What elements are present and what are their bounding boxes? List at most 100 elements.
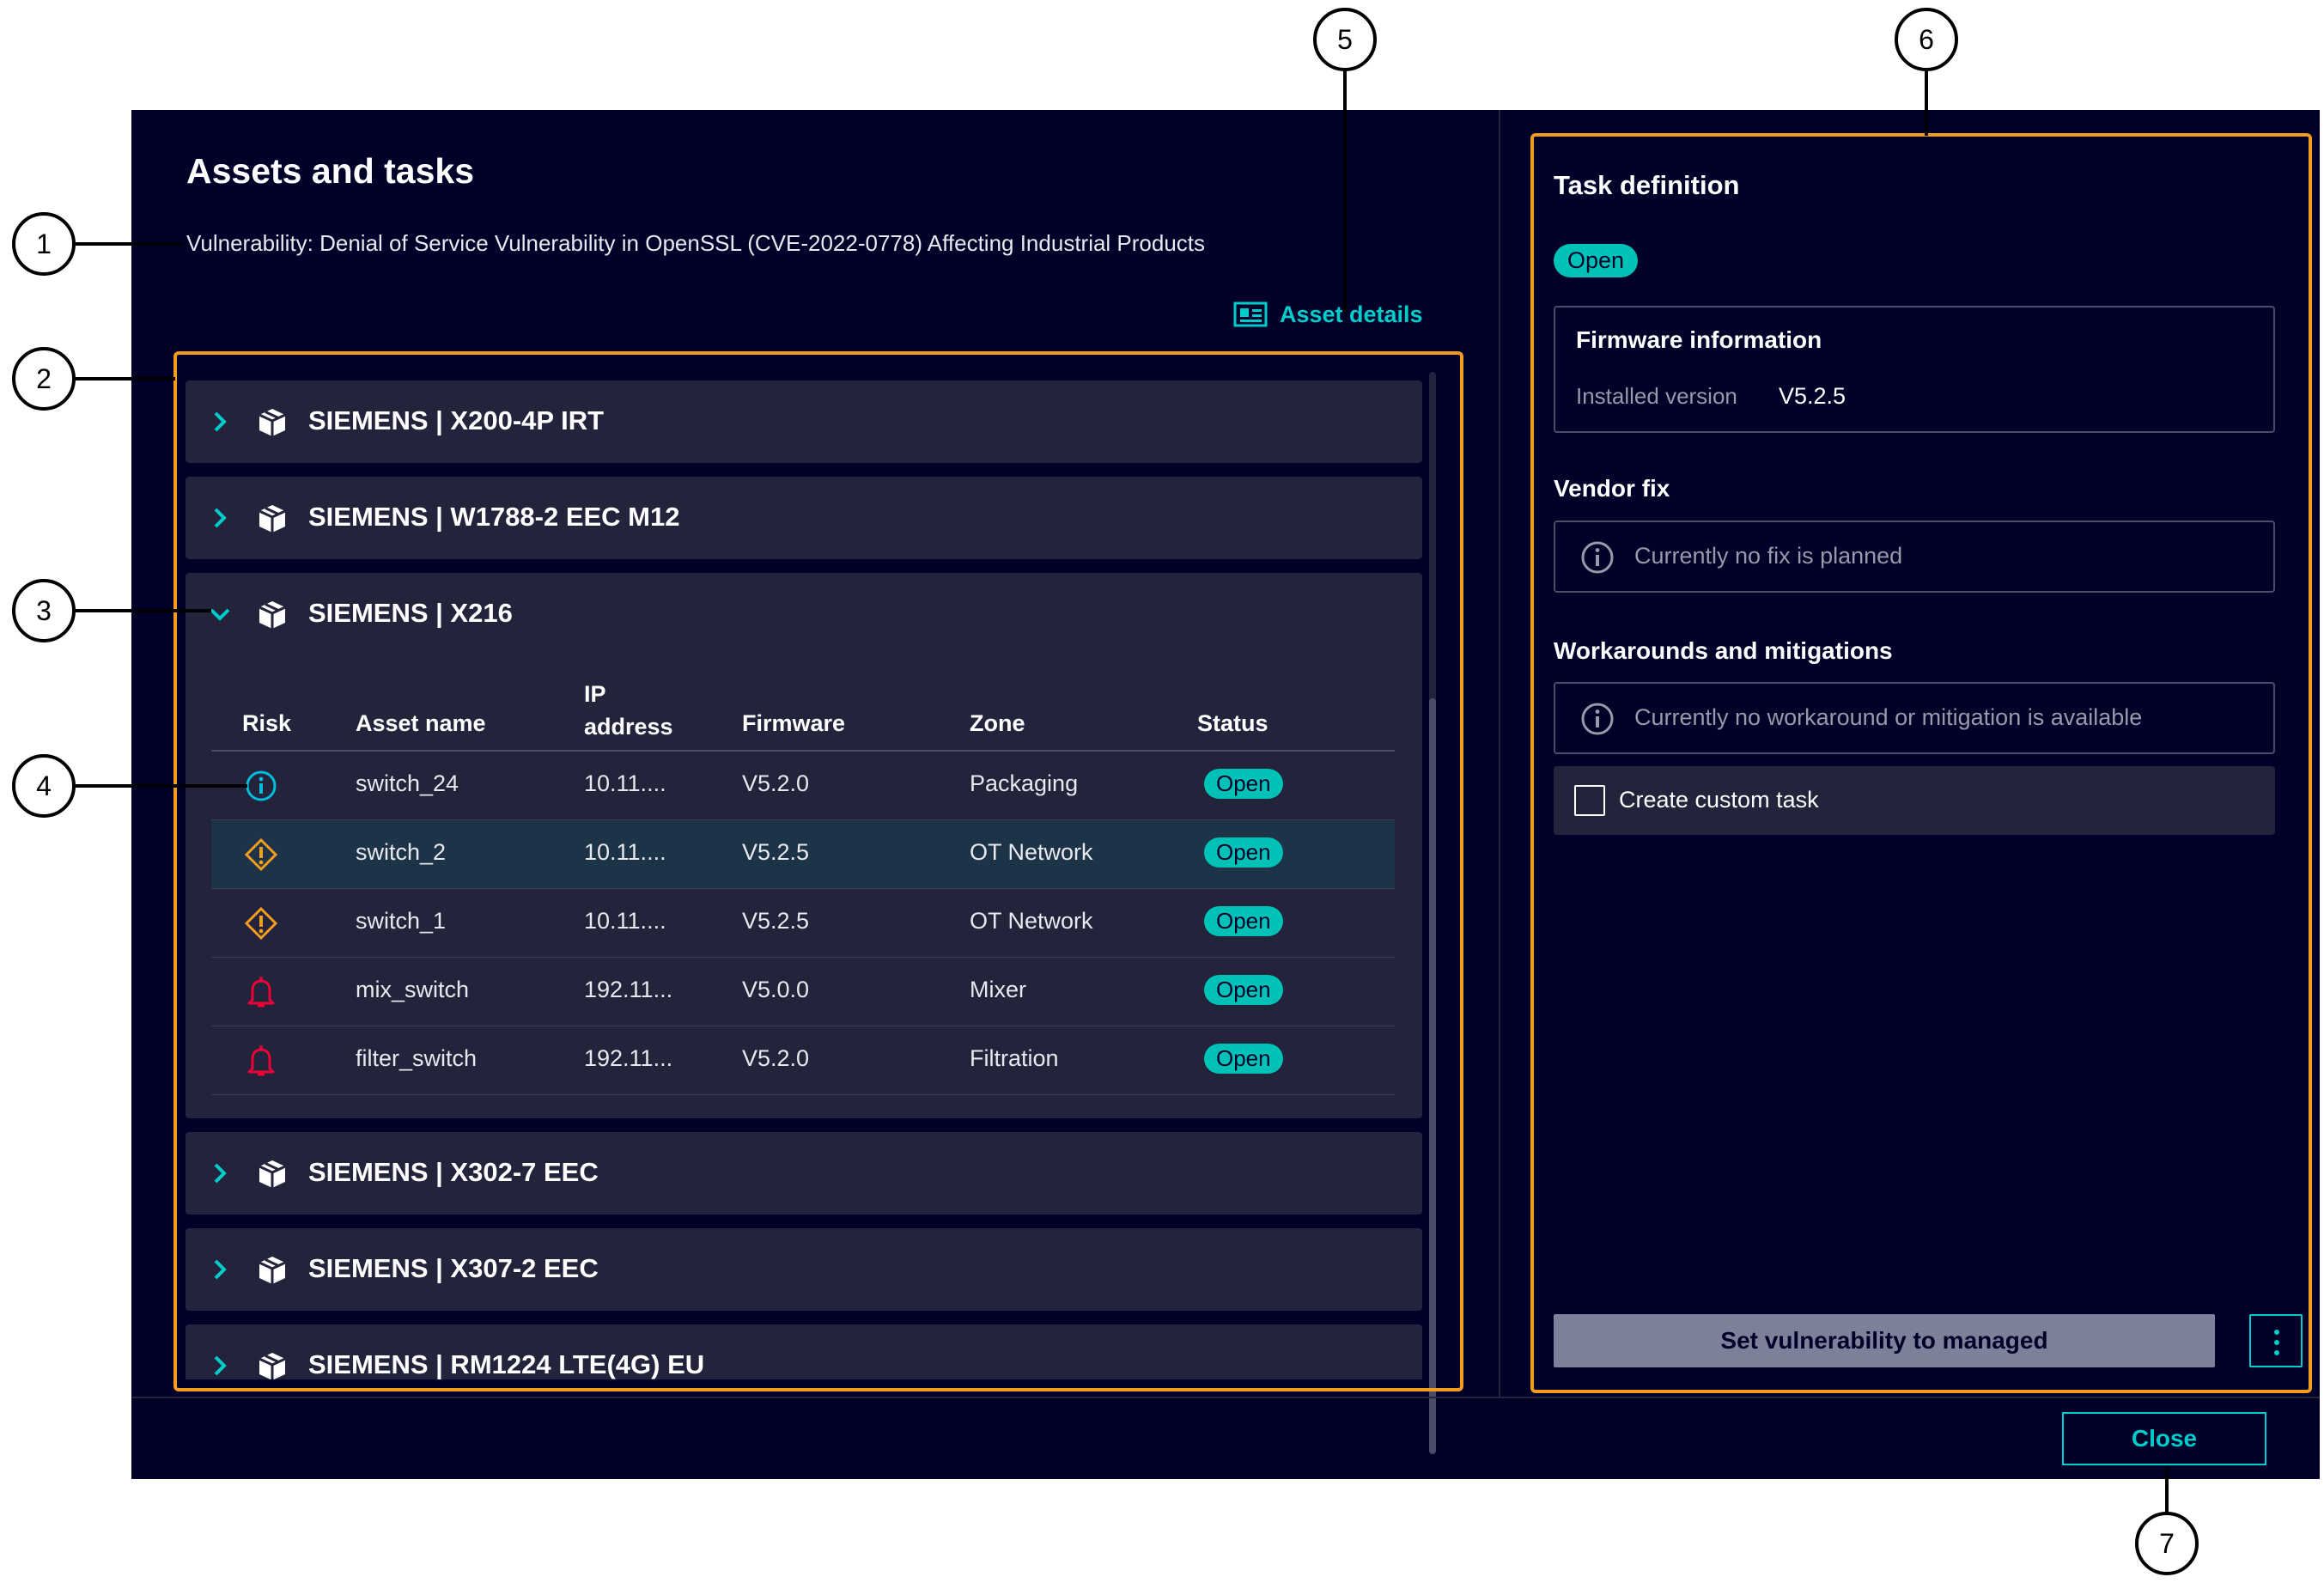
cell-asset-name: switch_1 <box>356 908 447 934</box>
cell-ip: 10.11.... <box>584 908 666 934</box>
asset-accordion-item[interactable]: SIEMENS | X302-7 EEC <box>186 1132 1422 1215</box>
vulnerability-subtitle: Vulnerability: Denial of Service Vulnera… <box>186 230 1206 256</box>
cell-asset-name: mix_switch <box>356 977 470 1002</box>
cell-asset-name: switch_24 <box>356 770 459 796</box>
cell-ip: 10.11.... <box>584 839 666 865</box>
status-badge: Open <box>1204 769 1283 799</box>
create-custom-task-label: Create custom task <box>1619 787 1819 813</box>
callout-5: 5 <box>1313 8 1377 71</box>
callout-2: 2 <box>12 347 76 411</box>
asset-label: SIEMENS | X302-7 EEC <box>308 1157 599 1187</box>
task-definition-pane: Task definition Open Firmware informatio… <box>1500 110 2320 1397</box>
status-badge: Open <box>1204 975 1283 1005</box>
table-row[interactable]: switch_24 10.11.... V5.2.0 Packaging Ope… <box>211 752 1395 820</box>
info-icon <box>246 770 277 801</box>
task-status-badge: Open <box>1554 244 1639 277</box>
asset-label: SIEMENS | X200-4P IRT <box>308 405 605 435</box>
workarounds-label: Workarounds and mitigations <box>1554 637 1893 664</box>
create-custom-task-row[interactable]: Create custom task <box>1554 766 2275 835</box>
status-badge: Open <box>1204 1044 1283 1074</box>
cell-zone: Filtration <box>970 1045 1059 1071</box>
col-asset-name[interactable]: Asset name <box>356 710 486 737</box>
callout-3: 3 <box>12 579 76 642</box>
warning-diamond-icon <box>244 837 278 872</box>
device-box-icon <box>259 409 286 436</box>
workarounds-box: Currently no workaround or mitigation is… <box>1554 682 2275 754</box>
chevron-down-icon[interactable] <box>206 600 234 628</box>
col-zone[interactable]: Zone <box>970 710 1025 737</box>
col-status[interactable]: Status <box>1197 710 1268 737</box>
device-box-icon <box>259 1257 286 1284</box>
callout-line-5 <box>1343 70 1347 314</box>
asset-accordion-item[interactable]: SIEMENS | X200-4P IRT <box>186 381 1422 463</box>
asset-accordion-item[interactable]: SIEMENS | X307-2 EEC <box>186 1228 1422 1311</box>
asset-label: SIEMENS | X216 <box>308 598 513 628</box>
chevron-right-icon <box>214 1163 227 1184</box>
alarm-bell-icon <box>247 1045 275 1076</box>
chevron-right-icon <box>214 411 227 432</box>
callout-line-1 <box>76 242 184 246</box>
vendor-fix-text: Currently no fix is planned <box>1634 543 1903 569</box>
cell-firmware: V5.2.0 <box>742 1045 810 1071</box>
asset-accordion-item-expanded[interactable]: SIEMENS | X216 Risk Asset name IP addres… <box>186 573 1422 1118</box>
cell-zone: OT Network <box>970 839 1093 865</box>
cell-zone: Packaging <box>970 770 1079 796</box>
cell-firmware: V5.2.0 <box>742 770 810 796</box>
alarm-bell-icon <box>247 977 275 1008</box>
asset-details-link[interactable]: Asset details <box>1233 301 1423 328</box>
callout-line-2 <box>76 377 175 381</box>
cell-asset-name: switch_2 <box>356 839 447 865</box>
callout-line-4 <box>76 784 247 788</box>
vendor-fix-label: Vendor fix <box>1554 475 1670 502</box>
table-row[interactable]: filter_switch 192.11... V5.2.0 Filtratio… <box>211 1026 1395 1095</box>
chevron-right-icon <box>214 508 227 528</box>
device-box-icon <box>259 1353 286 1379</box>
table-row-selected[interactable]: switch_2 10.11.... V5.2.5 OT Network Ope… <box>211 820 1395 889</box>
callout-4: 4 <box>12 754 76 818</box>
asset-accordion-item[interactable]: SIEMENS | W1788-2 EEC M12 <box>186 477 1422 559</box>
firmware-information-title: Firmware information <box>1576 326 1822 353</box>
status-badge: Open <box>1204 837 1283 868</box>
table-row[interactable]: mix_switch 192.11... V5.0.0 Mixer Open <box>211 958 1395 1026</box>
status-badge: Open <box>1204 906 1283 936</box>
asset-accordion-list: SIEMENS | X200-4P IRT SIEMENS | W1788-2 … <box>186 381 1422 1379</box>
cell-ip: 192.11... <box>584 1045 673 1071</box>
col-ip-line2[interactable]: address <box>584 714 673 740</box>
close-button[interactable]: Close <box>2062 1412 2266 1465</box>
dialog-footer <box>131 1397 2320 1479</box>
assets-and-tasks-dialog: Assets and tasks Vulnerability: Denial o… <box>131 110 2320 1479</box>
create-custom-task-checkbox[interactable] <box>1574 785 1605 816</box>
table-row[interactable]: switch_1 10.11.... V5.2.5 OT Network Ope… <box>211 889 1395 958</box>
scrollbar-thumb[interactable] <box>1429 698 1436 1454</box>
chevron-right-icon <box>214 1259 227 1280</box>
set-vulnerability-managed-button[interactable]: Set vulnerability to managed <box>1554 1314 2215 1367</box>
col-ip-line1[interactable]: IP <box>584 681 606 708</box>
chevron-right-icon <box>214 1355 227 1376</box>
col-firmware[interactable]: Firmware <box>742 710 845 737</box>
asset-accordion-item[interactable]: SIEMENS | RM1224 LTE(4G) EU <box>186 1324 1422 1379</box>
cell-ip: 192.11... <box>584 977 673 1002</box>
table-header: Risk Asset name IP address Firmware Zone… <box>211 681 1395 752</box>
info-icon <box>1581 541 1614 574</box>
more-options-button[interactable] <box>2249 1314 2303 1367</box>
callout-1: 1 <box>12 212 76 276</box>
asset-label: SIEMENS | X307-2 EEC <box>308 1253 599 1283</box>
installed-version-label: Installed version <box>1576 383 1737 409</box>
cell-firmware: V5.0.0 <box>742 977 810 1002</box>
cell-firmware: V5.2.5 <box>742 839 810 865</box>
task-definition-title: Task definition <box>1554 170 1740 200</box>
warning-diamond-icon <box>244 906 278 941</box>
workarounds-text: Currently no workaround or mitigation is… <box>1634 704 2143 730</box>
dialog-title: Assets and tasks <box>186 151 475 191</box>
id-card-icon <box>1233 301 1268 327</box>
asset-details-label: Asset details <box>1280 301 1423 327</box>
asset-label: SIEMENS | W1788-2 EEC M12 <box>308 502 680 532</box>
device-box-icon <box>259 601 286 629</box>
cell-asset-name: filter_switch <box>356 1045 478 1071</box>
asset-table: Risk Asset name IP address Firmware Zone… <box>211 681 1395 1095</box>
callout-line-3 <box>76 609 211 612</box>
device-box-icon <box>259 505 286 533</box>
installed-version-value: V5.2.5 <box>1779 383 1846 409</box>
left-pane: Assets and tasks Vulnerability: Denial o… <box>131 110 1499 1454</box>
col-risk[interactable]: Risk <box>242 710 291 737</box>
